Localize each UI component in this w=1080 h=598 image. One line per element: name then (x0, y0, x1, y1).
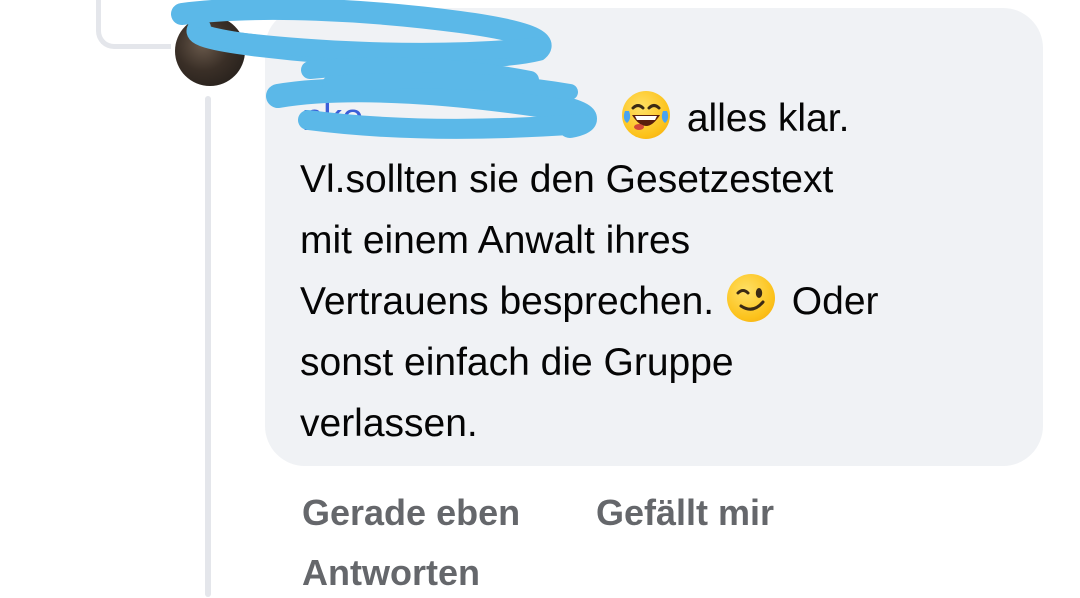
comment-line-6: verlassen. (300, 402, 478, 445)
like-button[interactable]: Gefällt mir (596, 488, 774, 538)
comment-line-5: sonst einfach die Gruppe (300, 341, 734, 384)
comment-text: alles klar. Vl.sollten sie den Gesetzest… (300, 88, 1020, 454)
comment-line-3: mit einem Anwalt ihres (300, 219, 691, 262)
comment-line-1: alles klar. (300, 88, 1020, 149)
comment-line-4: Vertrauens besprechen. Oder (300, 271, 1020, 332)
laughing-tears-emoji-icon (622, 91, 670, 139)
reply-button[interactable]: Antworten (302, 548, 480, 598)
comment-timestamp: Gerade eben (302, 492, 521, 533)
thread-connector-line (96, 0, 171, 49)
winking-face-emoji-icon (726, 274, 775, 322)
avatar[interactable] (175, 16, 245, 86)
comment-line-2: Vl.sollten sie den Gesetzestext (300, 158, 834, 201)
thread-reply-line (205, 96, 211, 597)
